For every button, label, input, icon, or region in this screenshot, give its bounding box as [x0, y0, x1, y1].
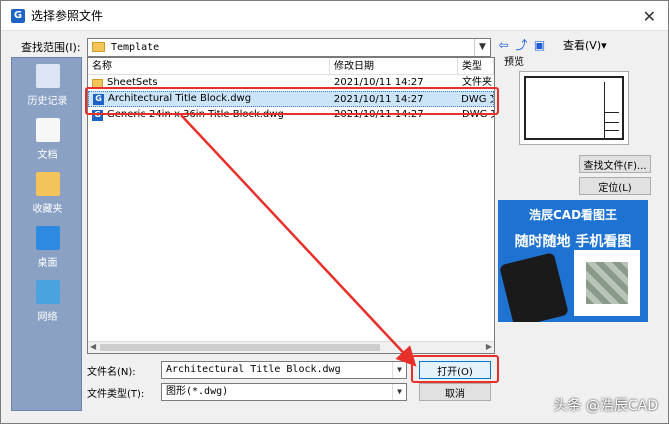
annotation-arrow — [180, 114, 417, 367]
watermark: 头条 @浩辰CAD — [553, 398, 658, 414]
select-reference-dialog: G 选择参照文件 ✕ 查找范围(I): Template ▼ ⇦ ⤴ ▣ 查看(… — [0, 0, 669, 424]
